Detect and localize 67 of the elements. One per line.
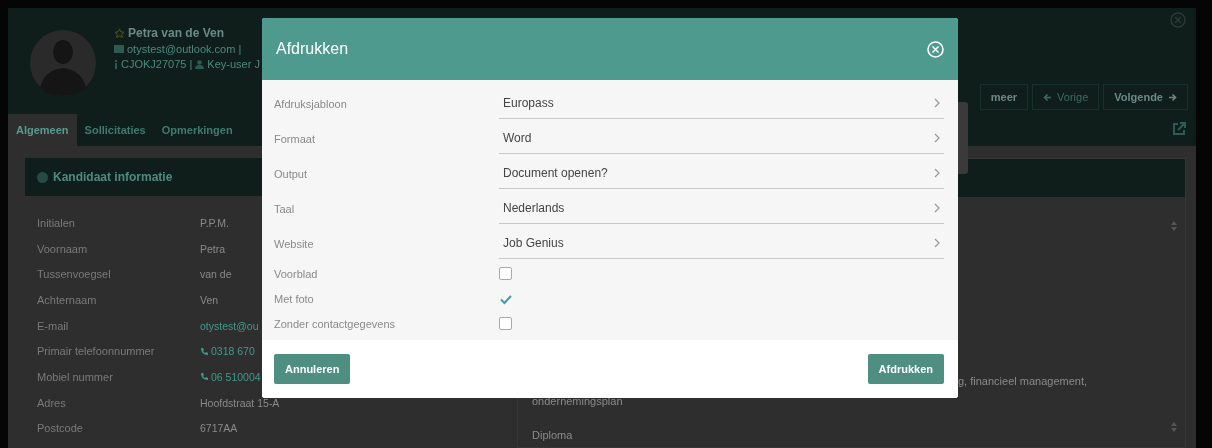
dialog-title: Afdrukken [276, 40, 349, 58]
field-label: Met foto [274, 292, 315, 305]
field-value[interactable]: otystest@ou [200, 319, 259, 332]
field-label: Adres [37, 396, 67, 409]
field-value: Ven [200, 293, 219, 306]
arrow-left-icon [1043, 92, 1053, 102]
more-button[interactable]: meer [979, 84, 1029, 110]
sort-icon[interactable] [1171, 422, 1177, 432]
sort-icon[interactable] [1171, 221, 1177, 231]
candidate-id: CJOKJ27075 | [121, 58, 193, 70]
checkbox[interactable] [499, 317, 512, 330]
field-label: Initialen [37, 216, 76, 229]
candidate-name: Petra van de Ven [128, 26, 225, 40]
field-label: Taal [274, 202, 296, 215]
cancel-button[interactable]: Annuleren [274, 354, 351, 384]
select-field[interactable]: Europass [499, 88, 944, 119]
star-icon [114, 27, 125, 39]
field-label: Output [274, 167, 309, 180]
phone-icon [200, 346, 209, 356]
checkbox[interactable] [499, 267, 512, 280]
chevron-right-icon [934, 98, 940, 108]
select-field[interactable]: Nederlands [499, 193, 944, 224]
print-button[interactable]: Afdrukken [867, 354, 944, 384]
card-title: Kandidaat informatie [53, 170, 173, 184]
field-label: Zonder contactgegevens [274, 317, 397, 330]
close-button[interactable] [927, 40, 944, 58]
tab[interactable]: Algemeen [8, 114, 77, 146]
candidate-role: Key-user J [207, 58, 260, 70]
avatar-icon [30, 30, 96, 96]
external-link-icon[interactable] [1172, 122, 1186, 136]
select-field[interactable]: Document openen? [499, 158, 944, 189]
chevron-right-icon [934, 133, 940, 143]
field-label: Afdruksjabloon [274, 97, 348, 110]
field-value[interactable]: 0318 670 [200, 345, 255, 358]
field-label: E-mail [37, 319, 70, 332]
tab[interactable]: Opmerkingen [153, 114, 241, 146]
next-button[interactable]: Volgende [1103, 84, 1188, 110]
field-label: Voorblad [274, 267, 319, 280]
user-icon [195, 59, 205, 69]
chevron-right-icon [934, 168, 940, 178]
arrow-right-icon [1168, 92, 1177, 102]
description-text: ondernemingsplan [532, 395, 623, 407]
tab[interactable]: Sollicitaties [76, 114, 154, 146]
field-label: Postcode [37, 422, 84, 435]
envelope-icon [114, 45, 124, 53]
field-value: van de [200, 268, 232, 281]
select-field[interactable]: Word [499, 123, 944, 154]
field-label: Primair telefoonnummer [37, 345, 156, 358]
chevron-right-icon [934, 238, 940, 248]
chevron-right-icon [934, 203, 940, 213]
section-label: Diploma [532, 429, 573, 441]
close-icon[interactable] [1170, 12, 1186, 28]
field-label: Voornaam [37, 242, 89, 255]
field-value: 6717AA [200, 422, 238, 435]
field-label: Mobiel nummer [37, 370, 114, 383]
field-value: Petra [200, 242, 226, 255]
field-value: Hoofdstraat 15-A [200, 396, 280, 409]
field-value[interactable]: 06 510004 [200, 370, 261, 383]
phone-icon [200, 372, 209, 382]
select-field[interactable]: Job Genius [499, 228, 944, 259]
field-label: Website [274, 237, 315, 250]
field-value: P.P.M. [200, 216, 229, 229]
description-text: g, financieel management, [958, 375, 1088, 387]
field-label: Achternaam [37, 293, 98, 306]
field-label: Tussenvoegsel [37, 268, 112, 281]
field-label: Formaat [274, 132, 316, 145]
candidate-email: otystest@outlook.com | [127, 43, 242, 55]
